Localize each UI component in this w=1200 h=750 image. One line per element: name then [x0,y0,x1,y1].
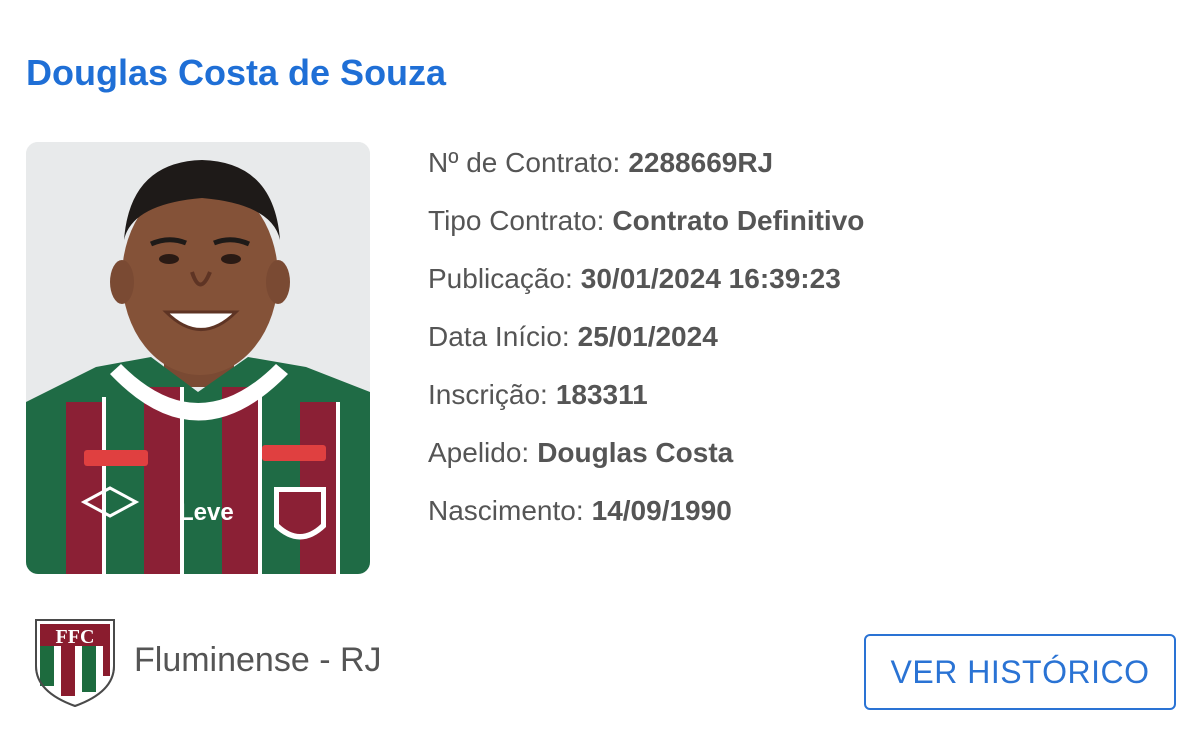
contract-details: Nº de Contrato: 2288669RJ Tipo Contrato:… [428,134,864,540]
publication-label: Publicação: [428,263,573,294]
contract-number-label: Nº de Contrato: [428,147,621,178]
birth-date-label: Nascimento: [428,495,584,526]
contract-type-value: Contrato Definitivo [612,205,865,236]
nickname-value: Douglas Costa [537,437,734,468]
registration-value: 183311 [555,379,648,410]
birth-date-value: 14/09/1990 [591,495,732,526]
registration-label: Inscrição: [428,379,548,410]
contract-number-value: 2288669RJ [628,147,774,178]
club-name: Fluminense - RJ [134,640,382,679]
player-photo: Leve [26,142,370,574]
start-date-label: Data Início: [428,321,570,352]
nickname-row: Apelido: Douglas Costa [428,424,864,482]
club-info: FFC Fluminense - RJ [32,612,382,708]
start-date-row: Data Início: 25/01/2024 [428,308,864,366]
contract-type-label: Tipo Contrato: [428,205,605,236]
fluminense-crest-icon: FFC [35,619,115,708]
nickname-label: Apelido: [428,437,530,468]
publication-row: Publicação: 30/01/2024 16:39:23 [428,250,864,308]
contract-type-row: Tipo Contrato: Contrato Definitivo [428,192,864,250]
svg-text:Leve: Leve [179,499,234,526]
player-name: Douglas Costa de Souza [26,52,447,93]
contract-number-row: Nº de Contrato: 2288669RJ [428,134,864,192]
svg-text:FFC: FFC [56,626,95,648]
player-registration-card: Douglas Costa de Souza Leve Nº de Contra… [0,0,1200,750]
registration-row: Inscrição: 183311 [428,366,864,424]
publication-value: 30/01/2024 16:39:23 [580,263,841,294]
birth-date-row: Nascimento: 14/09/1990 [428,482,864,540]
start-date-value: 25/01/2024 [577,321,718,352]
view-history-button[interactable]: VER HISTÓRICO [864,634,1176,710]
